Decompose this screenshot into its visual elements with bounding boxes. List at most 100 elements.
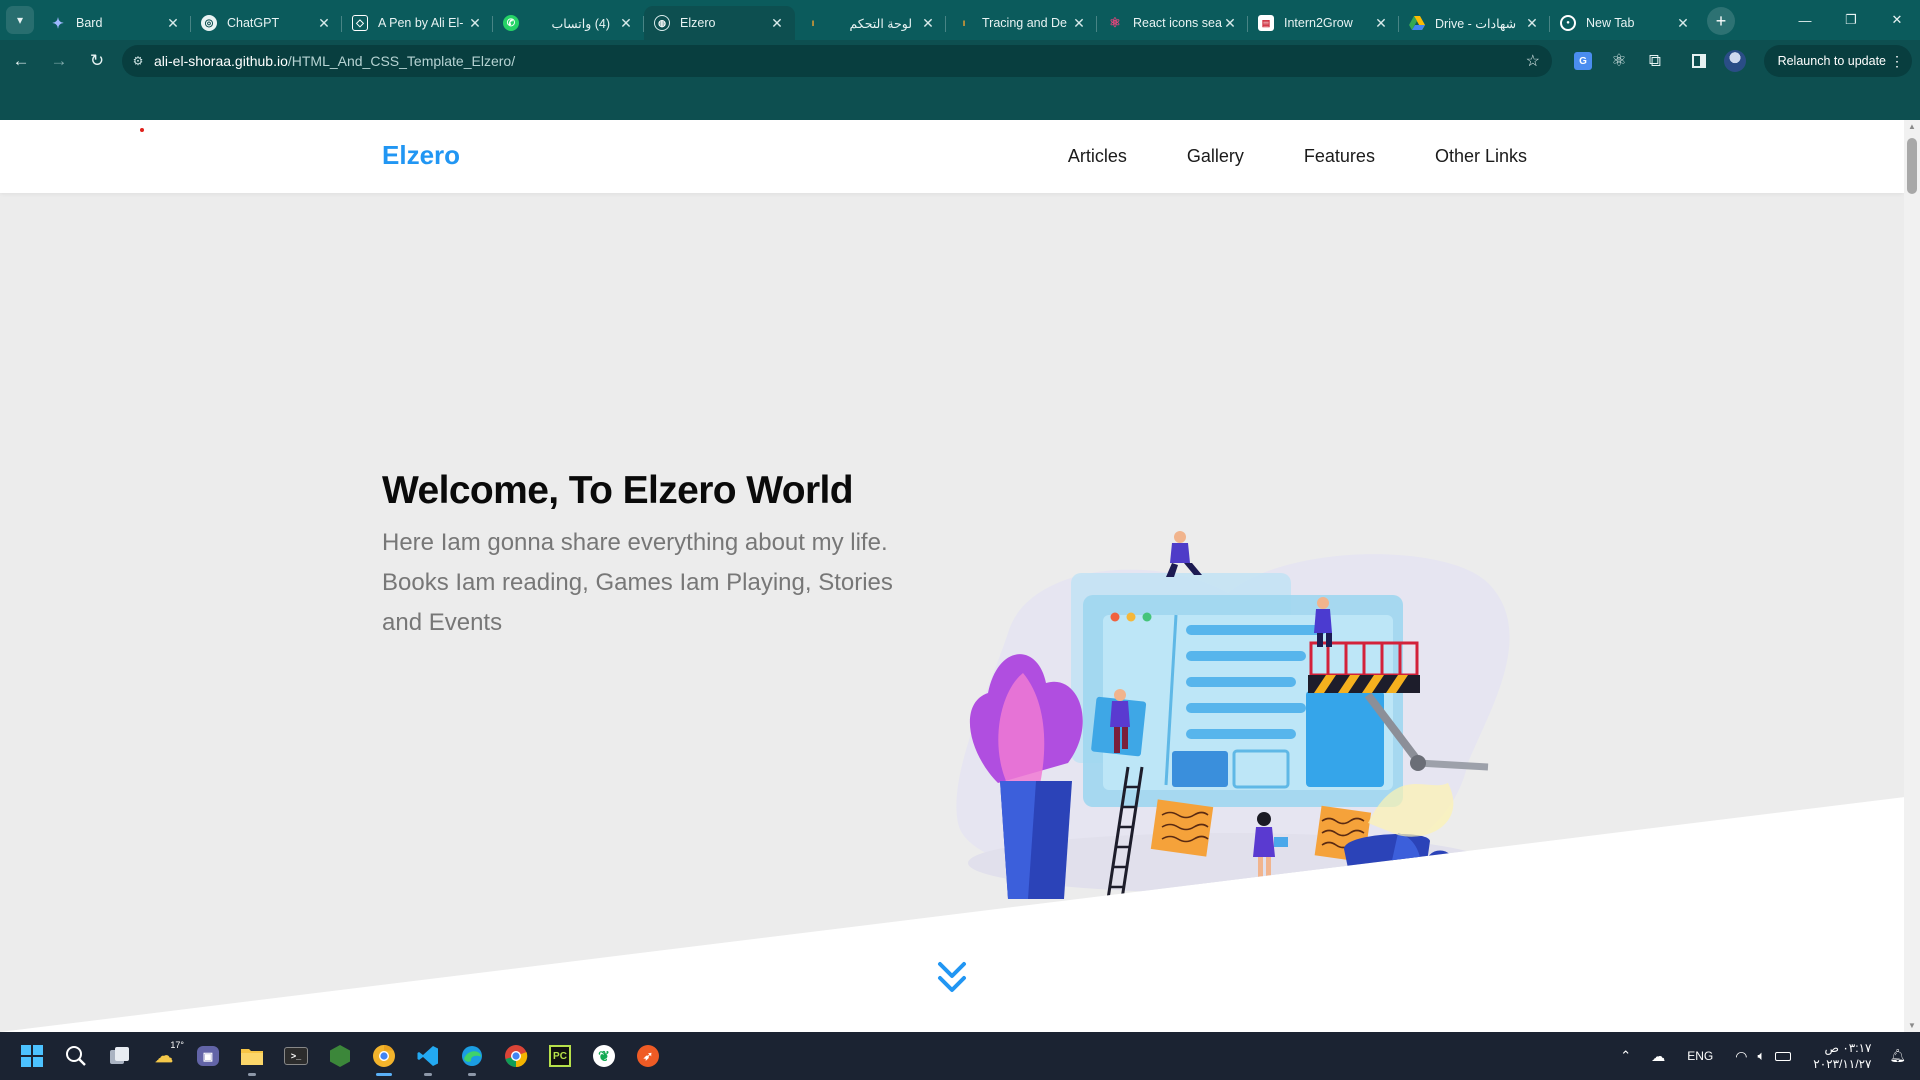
tab-title: (4) واتساب (551, 16, 610, 31)
tab-tracing[interactable]: ı Tracing and De ✕ (946, 6, 1097, 40)
clock-date: ٢٠٢٣/١١/٢٧ (1813, 1057, 1872, 1071)
close-icon[interactable]: ✕ (1524, 15, 1540, 32)
volume-icon[interactable]: 🔈︎ (1757, 1048, 1765, 1064)
weather-widget-icon[interactable]: ☁ 17° (148, 1040, 184, 1072)
file-explorer-icon[interactable] (236, 1040, 268, 1076)
vscode-icon[interactable] (412, 1040, 444, 1076)
system-tray: ⌃ ☁ ENG ◠ 🔈︎ ٠٣:١٧ ص ٢٠٢٣/١١/٢٧ 🔔︎ (1620, 1032, 1920, 1080)
tab-search-button[interactable]: ▾ (6, 6, 34, 34)
close-icon[interactable]: ✕ (1222, 15, 1238, 32)
nav-item-articles[interactable]: Articles (1068, 146, 1127, 167)
tab-dashboard[interactable]: ı لوحة التحكم ✕ (795, 6, 946, 40)
tab-intern2grow[interactable]: ▤ Intern2Grow ✕ (1248, 6, 1399, 40)
url-host: ali-el-shoraa.github.io (154, 53, 288, 69)
tab-react-icons[interactable]: ⚛ React icons sea ✕ (1097, 6, 1248, 40)
back-button[interactable]: ← (4, 44, 38, 78)
clock-time: ٠٣:١٧ ص (1824, 1041, 1872, 1055)
profile-button[interactable] (1720, 46, 1750, 76)
hero-text: Welcome, To Elzero World Here Iam gonna … (382, 469, 902, 643)
landing-section: Welcome, To Elzero World Here Iam gonna … (0, 193, 1904, 1032)
close-icon[interactable]: ✕ (1373, 15, 1389, 32)
extensions-button[interactable]: ⧉ (1640, 46, 1670, 76)
close-window-button[interactable]: ✕ (1874, 0, 1920, 40)
react-icon: ⚛ (1109, 15, 1121, 30)
translate-icon: G (1574, 52, 1592, 70)
close-icon[interactable]: ✕ (1675, 15, 1691, 32)
side-panel-button[interactable] (1684, 46, 1714, 76)
nodejs-icon[interactable] (324, 1040, 356, 1072)
react-devtools-button[interactable]: ⚛ (1604, 46, 1634, 76)
forward-button[interactable]: → (42, 44, 76, 78)
torch-icon: ı (962, 17, 966, 29)
battery-icon[interactable] (1775, 1051, 1792, 1061)
wifi-icon[interactable]: ◠ (1735, 1048, 1747, 1065)
new-tab-button[interactable]: + (1707, 7, 1735, 35)
close-icon[interactable]: ✕ (1071, 15, 1087, 32)
close-icon[interactable]: ✕ (316, 15, 332, 32)
tab-bard[interactable]: ✦ Bard ✕ (40, 6, 191, 40)
search-icon[interactable] (60, 1040, 92, 1072)
chrome-canary-icon[interactable] (368, 1040, 400, 1076)
main-nav: Articles Gallery Features Other Links (1008, 120, 1527, 193)
tab-new-tab[interactable]: ● New Tab ✕ (1550, 6, 1701, 40)
page-scrollbar[interactable]: ▲ ▼ (1904, 120, 1920, 1032)
arrow-left-icon: ← (12, 51, 30, 70)
tab-chatgpt[interactable]: ◎ ChatGPT ✕ (191, 6, 342, 40)
address-bar[interactable]: ⚙ ali-el-shoraa.github.io/HTML_And_CSS_T… (122, 45, 1552, 77)
url-path: /HTML_And_CSS_Template_Elzero/ (287, 53, 516, 69)
language-indicator[interactable]: ENG (1687, 1049, 1713, 1063)
close-icon[interactable]: ✕ (618, 15, 634, 32)
mongodb-compass-icon[interactable]: ❦ (588, 1040, 620, 1072)
task-view-icon[interactable] (104, 1040, 136, 1072)
translate-extension-button[interactable]: G (1568, 46, 1598, 76)
close-icon[interactable]: ✕ (165, 15, 181, 32)
site-logo[interactable]: Elzero (382, 140, 460, 171)
scroll-thumb[interactable] (1907, 138, 1917, 194)
tab-title: A Pen by Ali El- (378, 16, 464, 30)
minimize-button[interactable]: — (1782, 0, 1828, 40)
windows-taskbar: ☁ 17° ▣ >_ PC ❦ ➶ ⌃ ☁ ENG ◠ 🔈︎ ٠٣:١٧ ص ٢… (0, 1032, 1920, 1080)
cloud-sync-icon[interactable]: ☁ (1651, 1048, 1665, 1065)
postman-icon[interactable]: ➶ (632, 1040, 664, 1072)
site-info-icon[interactable]: ⚙ (122, 54, 154, 68)
chrome-icon[interactable] (500, 1040, 532, 1072)
relaunch-button[interactable]: Relaunch to update ⋮ (1763, 45, 1912, 77)
site-header: Elzero Articles Gallery Features Other L… (0, 120, 1904, 193)
cursor-dot (140, 128, 144, 132)
tab-title: Intern2Grow (1284, 16, 1353, 30)
bookmark-star-icon[interactable]: ☆ (1526, 51, 1540, 71)
hero-description: Here Iam gonna share everything about my… (382, 529, 893, 636)
close-icon[interactable]: ✕ (920, 15, 936, 32)
nav-item-gallery[interactable]: Gallery (1187, 146, 1244, 167)
terminal-icon[interactable]: >_ (280, 1040, 312, 1072)
nav-item-other-links[interactable]: Other Links (1435, 146, 1527, 167)
edge-icon[interactable] (456, 1040, 488, 1076)
relaunch-label: Relaunch to update (1777, 54, 1886, 68)
chevron-up-icon[interactable]: ⌃ (1620, 1048, 1631, 1064)
tab-title: ChatGPT (227, 16, 280, 30)
avatar (1724, 50, 1746, 72)
extension-icons: G ⚛ ⧉ (1568, 46, 1756, 76)
double-chevron-down-icon[interactable] (937, 960, 967, 996)
close-icon[interactable]: ✕ (467, 15, 483, 32)
drive-icon (1409, 15, 1425, 31)
tab-whatsapp[interactable]: ✆ (4) واتساب ✕ (493, 6, 644, 40)
more-menu-icon[interactable]: ⋮ (1890, 53, 1904, 70)
tab-title: React icons sea (1133, 16, 1222, 30)
scroll-down-icon[interactable]: ▼ (1908, 1021, 1916, 1030)
nav-item-features[interactable]: Features (1304, 146, 1375, 167)
tab-drive[interactable]: Drive - شهادات ✕ (1399, 6, 1550, 40)
notification-bell-icon[interactable]: 🔔︎ (1889, 1048, 1906, 1064)
tab-elzero[interactable]: ◍ Elzero ✕ (644, 6, 795, 40)
scroll-up-icon[interactable]: ▲ (1908, 122, 1916, 131)
people-building-website-illustration (956, 531, 1510, 899)
reload-button[interactable]: ↻ (80, 44, 114, 78)
pycharm-icon[interactable]: PC (544, 1040, 576, 1072)
clock[interactable]: ٠٣:١٧ ص ٢٠٢٣/١١/٢٧ (1813, 1040, 1871, 1072)
restore-button[interactable]: ❐ (1828, 0, 1874, 40)
tab-codepen[interactable]: ◇ A Pen by Ali El- ✕ (342, 6, 493, 40)
windows-start-icon[interactable] (16, 1040, 48, 1072)
teams-icon[interactable]: ▣ (192, 1040, 224, 1072)
close-icon[interactable]: ✕ (769, 15, 785, 32)
toolbar-strip (0, 82, 1920, 120)
